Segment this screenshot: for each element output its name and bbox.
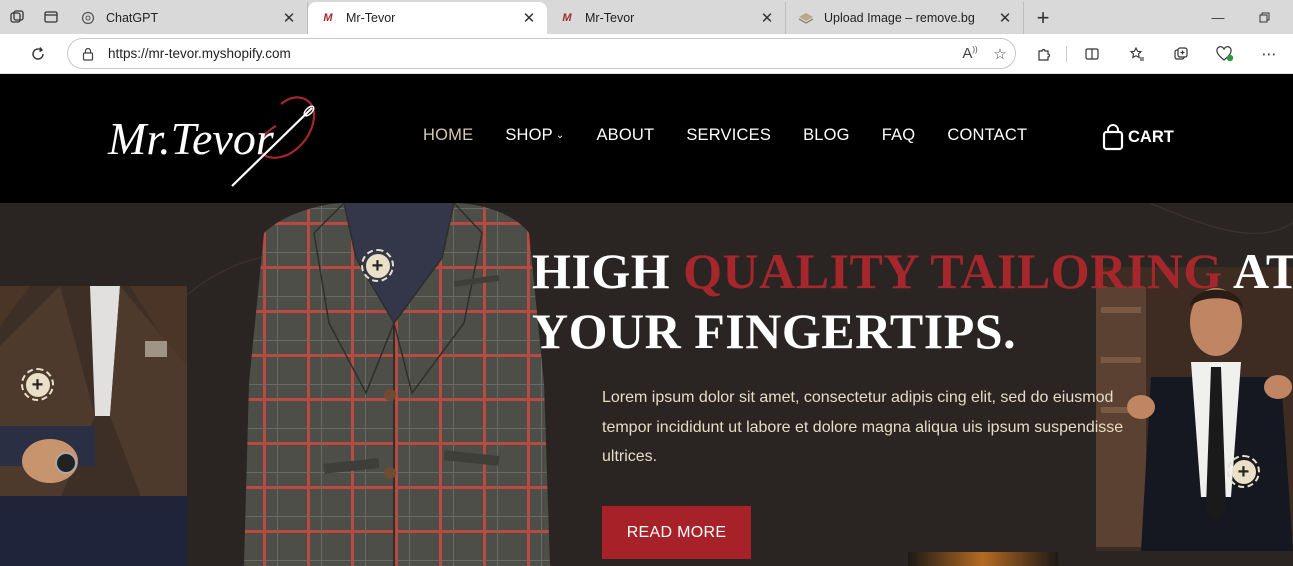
nav-blog[interactable]: BLOG (803, 126, 850, 145)
main-nav: HOME SHOP ⌄ ABOUT SERVICES BLOG FAQ CONTA… (423, 126, 1059, 145)
address-field[interactable]: https://mr-tevor.myshopify.com A)) ☆ (67, 38, 1016, 69)
favorite-star-icon[interactable]: ☆ (985, 45, 1015, 63)
nav-services[interactable]: SERVICES (686, 126, 771, 145)
tab-title: Mr-Tevor (585, 11, 635, 25)
tab-removebg[interactable]: Upload Image – remove.bg ✕ (786, 2, 1024, 34)
read-aloud-icon[interactable]: A)) (955, 45, 985, 62)
split-screen-icon[interactable] (1077, 39, 1107, 69)
model-photo-left (0, 286, 187, 566)
restore-icon[interactable] (1241, 0, 1287, 34)
product-hotspot-right[interactable]: + (1227, 455, 1260, 488)
chatgpt-icon (80, 10, 96, 26)
close-icon[interactable]: ✕ (759, 10, 775, 27)
chevron-down-icon: ⌄ (555, 130, 565, 141)
browser-address-bar: https://mr-tevor.myshopify.com A)) ☆ ⋯ (0, 34, 1293, 74)
minimize-icon[interactable]: — (1195, 0, 1241, 34)
tab-actions-icon[interactable] (34, 0, 68, 34)
nav-faq[interactable]: FAQ (882, 126, 916, 145)
close-icon[interactable]: ✕ (997, 10, 1013, 27)
browser-essentials-icon[interactable] (1210, 39, 1240, 69)
tab-mr-tevor-active[interactable]: M Mr-Tevor ✕ (308, 2, 547, 34)
logo-text: Mr.Tevor (107, 113, 275, 164)
lock-icon[interactable] (68, 47, 108, 61)
nav-contact[interactable]: CONTACT (947, 126, 1027, 145)
product-hotspot-left[interactable]: + (21, 368, 54, 401)
nav-about[interactable]: ABOUT (596, 126, 654, 145)
mr-tevor-icon: M (323, 12, 333, 24)
url-text[interactable]: https://mr-tevor.myshopify.com (108, 46, 955, 61)
collections-icon[interactable] (1166, 39, 1196, 69)
tab-title: ChatGPT (106, 11, 159, 25)
tab-chatgpt[interactable]: ChatGPT ✕ (68, 2, 308, 34)
headline-accent: QUALITY TAILORING (683, 243, 1223, 299)
plus-icon: + (25, 372, 50, 397)
site-header: Mr.Tevor HOME SHOP ⌄ ABOUT SERVICES BLOG … (0, 74, 1293, 203)
plus-icon: + (365, 253, 390, 278)
nav-shop[interactable]: SHOP ⌄ (505, 126, 564, 145)
cart-link[interactable]: CART (1102, 124, 1174, 151)
cart-label: CART (1128, 128, 1174, 146)
extensions-icon[interactable] (1029, 39, 1059, 69)
close-icon[interactable]: ✕ (521, 10, 537, 27)
workspaces-icon[interactable] (0, 0, 34, 34)
hero-section: + + + HIGH QUALITY TAILORING AT YOUR FIN… (0, 203, 1293, 566)
tab-title: Upload Image – remove.bg (824, 11, 975, 25)
close-icon[interactable]: ✕ (281, 10, 297, 27)
nav-home[interactable]: HOME (423, 126, 473, 145)
tab-title: Mr-Tevor (346, 11, 396, 25)
headline-line2: YOUR FINGERTIPS. (532, 303, 1017, 359)
hero-headline: HIGH QUALITY TAILORING AT YOUR FINGERTIP… (532, 241, 1293, 361)
product-photo-strip (908, 552, 1058, 566)
product-hotspot-jacket[interactable]: + (361, 249, 394, 282)
favorites-icon[interactable] (1122, 39, 1152, 69)
mr-tevor-icon: M (562, 12, 572, 24)
more-options-icon[interactable]: ⋯ (1254, 39, 1284, 69)
new-tab-icon[interactable]: + (1024, 2, 1062, 34)
plus-icon: + (1231, 459, 1256, 484)
headline-part1: HIGH (532, 243, 684, 299)
browser-tab-bar: ChatGPT ✕ M Mr-Tevor ✕ M Mr-Tevor ✕ Uplo… (0, 0, 1293, 34)
removebg-icon (798, 10, 814, 26)
shopping-bag-icon (1102, 124, 1124, 151)
tab-mr-tevor[interactable]: M Mr-Tevor ✕ (547, 2, 786, 34)
read-more-button[interactable]: READ MORE (602, 506, 751, 559)
toolbar-divider (1066, 46, 1067, 62)
site-logo[interactable]: Mr.Tevor (106, 86, 321, 192)
refresh-icon[interactable] (23, 39, 53, 69)
plaid-jacket-image (244, 203, 550, 566)
hero-description: Lorem ipsum dolor sit amet, consectetur … (602, 389, 1124, 465)
headline-part2: AT (1222, 243, 1293, 299)
